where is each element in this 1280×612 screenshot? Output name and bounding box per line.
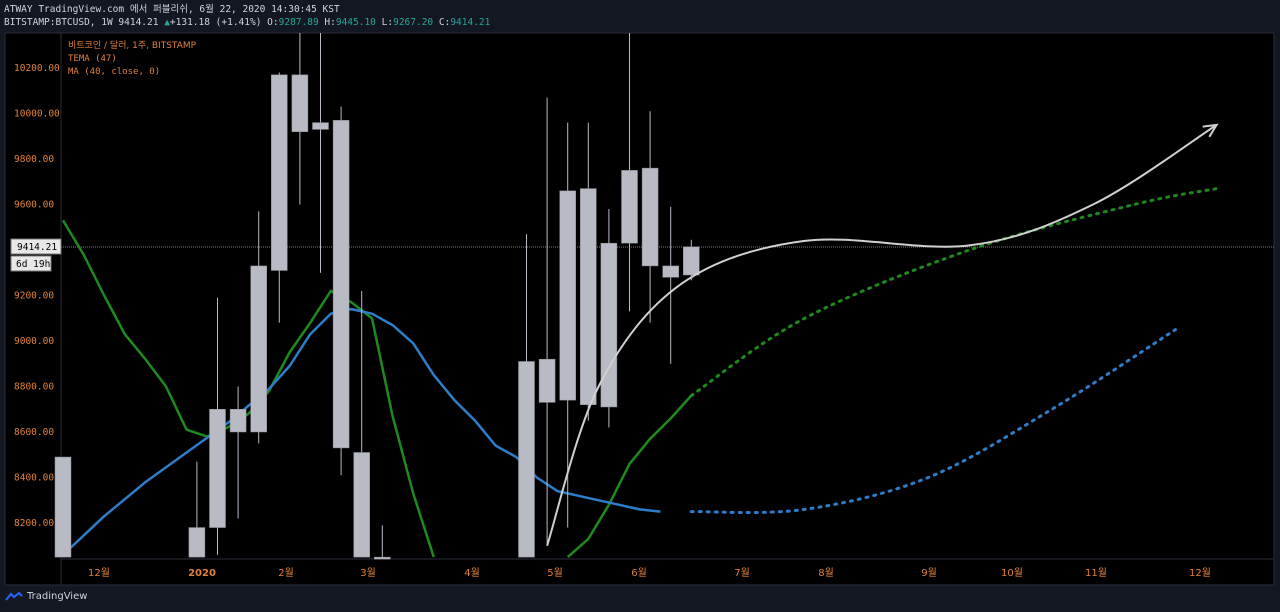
x-tick-label: 10월 [1001,567,1023,579]
candle-body [621,170,638,244]
candle-body [600,242,618,408]
y-tick-label: 9800.00 [14,154,54,165]
countdown-label: 6d 19h [16,259,50,270]
x-tick-label: 12월 [88,567,110,579]
y-tick-label: 9200.00 [14,291,54,302]
y-tick-label: 8800.00 [14,382,54,393]
y-tick-label: 10200.00 [14,63,60,74]
candle-body [641,167,659,267]
chart-pane [60,32,1275,560]
x-tick-label: 7월 [734,567,750,579]
y-tick-label: 8200.00 [14,518,54,529]
x-tick-label: 2020 [188,568,216,579]
legend-tema[interactable]: TEMA (47) [68,54,117,64]
x-tick-label: 4월 [464,567,480,579]
candle-body [271,74,288,271]
price-chart[interactable]: 10200.0010000.009800.009600.009400.00920… [0,0,1280,612]
y-tick-label: 10000.00 [14,109,60,120]
price-label: 9414.21 [17,242,57,253]
candle-body [353,452,370,558]
y-tick-label: 9000.00 [14,336,54,347]
candle-body [374,556,391,560]
candle-body [683,246,700,276]
candle-body [538,358,556,403]
tradingview-logo-icon [5,591,23,601]
brand[interactable]: TradingView [5,591,87,602]
y-tick-label: 8400.00 [14,473,54,484]
candle-body [518,361,535,558]
candle-body [559,190,576,401]
candle-body [291,74,309,132]
candle-body [250,265,267,433]
x-tick-label: 8월 [818,567,834,579]
candle-body [188,527,206,558]
x-tick-label: 5월 [547,567,563,579]
y-tick-label: 8600.00 [14,427,54,438]
y-tick-label: 9600.00 [14,200,54,211]
legend-title: 비트코인 / 달러, 1주, BITSTAMP [68,39,197,51]
x-tick-label: 2월 [278,567,294,579]
x-tick-label: 11월 [1085,567,1107,579]
legend-ma[interactable]: MA (40, close, 0) [68,67,160,77]
candle-body [312,122,329,130]
x-tick-label: 3월 [360,567,376,579]
candle-body [332,120,350,449]
candle-body [662,265,679,278]
brand-label: TradingView [27,591,88,602]
x-tick-label: 12월 [1189,567,1211,579]
candle-body [209,409,226,528]
candle-body [54,456,72,558]
x-tick-label: 6월 [631,567,647,579]
candle-body [580,188,597,405]
candle-body [229,409,247,433]
x-tick-label: 9월 [921,567,937,579]
